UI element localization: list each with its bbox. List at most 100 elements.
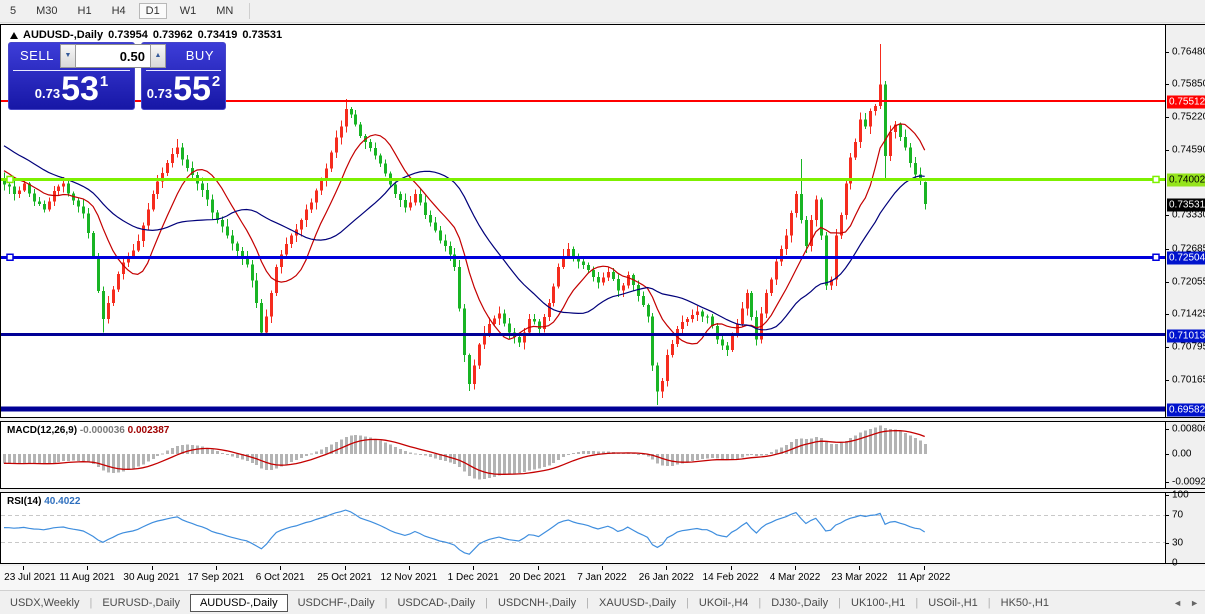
macd-axis-tick [1166, 429, 1169, 430]
timeframe-button-d1[interactable]: D1 [138, 3, 167, 19]
macd-chart [3, 425, 927, 480]
date-axis-tick [215, 566, 217, 570]
toolbar-separator [249, 3, 251, 19]
price-axis-tick [1166, 379, 1169, 381]
symbol-tab-hk50-h1[interactable]: HK50-,H1 [991, 594, 1059, 612]
price-axis-value: 0.73330 [1172, 209, 1205, 221]
price-axis-tick [1166, 117, 1169, 119]
timeframe-button-h4[interactable]: H4 [105, 3, 133, 19]
buy-price-frac: 0.73 [146, 86, 173, 101]
sell-label: SELL [20, 48, 54, 63]
price-level-badge: 0.71013 [1167, 329, 1205, 343]
rsi-axis-value: 100 [1172, 489, 1189, 501]
symbol-tab-usdchf-daily[interactable]: USDCHF-,Daily [288, 594, 385, 612]
price-level-badge: 0.75512 [1167, 95, 1205, 109]
date-axis-tick [601, 566, 603, 570]
rsi-value: 40.4022 [44, 496, 81, 507]
sell-price-frac: 0.73 [34, 86, 61, 101]
price-level-badge: 0.74002 [1167, 173, 1205, 187]
timeframe-button-w1[interactable]: W1 [173, 3, 204, 19]
price-axis-tick [1166, 314, 1169, 316]
price-level-badge: 0.69582 [1167, 403, 1205, 417]
ohlc-open: 0.73954 [108, 29, 148, 41]
volume-increase-button[interactable]: ▲ [150, 44, 166, 68]
date-axis-tick [859, 566, 861, 570]
timeframe-button-h1[interactable]: H1 [71, 3, 99, 19]
tab-scroll-arrows: ◄ ► [1173, 598, 1199, 608]
macd-axis-value: -0.00928 [1172, 476, 1205, 488]
symbol-tab-audusd-daily[interactable]: AUDUSD-,Daily [189, 593, 288, 612]
symbol-tab-usdcnh-daily[interactable]: USDCNH-,Daily [488, 594, 586, 612]
rsi-axis[interactable]: 100 70 30 0 [1166, 489, 1205, 569]
date-axis-label: 23 Jul 2021 [4, 572, 56, 583]
date-axis-tick [87, 566, 89, 570]
date-axis-label: 23 Mar 2022 [831, 572, 888, 583]
symbol-tab-ukoil-h4[interactable]: UKOil-,H4 [689, 594, 759, 612]
volume-input[interactable] [76, 44, 150, 68]
mt4-window: 5 M30 H1 H4 D1 W1 MN AUDUSD-,Daily 0.73954 0.7… [0, 0, 1205, 614]
date-axis-tick [537, 566, 539, 570]
price-axis-value: 0.70795 [1172, 341, 1205, 353]
ohlc-close: 0.73531 [242, 29, 283, 41]
price-level-badge: 0.73531 [1167, 198, 1205, 212]
symbol-direction-icon [10, 31, 18, 39]
price-level-badge: 0.72504 [1167, 251, 1205, 265]
date-axis-tick [22, 566, 24, 570]
macd-axis-tick [1166, 454, 1169, 455]
date-axis-label: 1 Dec 2021 [447, 572, 499, 583]
date-axis-label: 11 Aug 2021 [59, 572, 115, 583]
symbol-tab-usdx-weekly[interactable]: USDX,Weekly [0, 594, 89, 612]
date-axis-tick [344, 566, 346, 570]
macd-axis-value: 0.008061 [1172, 423, 1205, 435]
tab-scroll-right[interactable]: ► [1190, 598, 1199, 608]
symbol-tab-usoil-h1[interactable]: USOil-,H1 [918, 594, 988, 612]
sell-price: 0.73 53 1 [9, 72, 134, 106]
volume-decrease-button[interactable]: ▼ [60, 44, 76, 68]
timeframe-toolbar: 5 M30 H1 H4 D1 W1 MN [0, 0, 1205, 23]
macd-axis-tick [1166, 481, 1169, 483]
rsi-axis-value: 70 [1172, 509, 1184, 521]
symbol-tab-xauusd-daily[interactable]: XAUUSD-,Daily [589, 594, 686, 612]
symbol-tab-uk100-h1[interactable]: UK100-,H1 [841, 594, 915, 612]
rsi-axis-tick [1166, 563, 1169, 564]
price-axis-value: 0.70165 [1172, 374, 1205, 386]
macd-signal-value: 0.002387 [127, 425, 170, 436]
date-axis-tick [923, 566, 925, 570]
price-axis-tick [1166, 84, 1169, 86]
macd-main-value: -0.000036 [79, 425, 125, 436]
date-axis-label: 17 Sep 2021 [187, 572, 245, 583]
macd-axis[interactable]: 0.008061 0.00 -0.00928 [1166, 421, 1205, 489]
price-axis-value: 0.75220 [1172, 111, 1205, 123]
date-axis-tick [408, 566, 410, 570]
date-axis-tick [666, 566, 668, 570]
price-axis[interactable]: 0.76480 0.75850 0.75220 0.74590 0.73330 0.726… [1166, 24, 1205, 418]
price-axis-value: 0.76480 [1172, 46, 1205, 58]
rsi-axis-tick [1166, 542, 1169, 544]
rsi-pane[interactable]: RSI(14) 40.4022 [0, 492, 1166, 564]
date-axis-label: 20 Dec 2021 [509, 572, 566, 583]
timeframe-button-5[interactable]: 5 [3, 3, 23, 19]
price-axis-tick [1166, 248, 1169, 250]
date-axis-tick [151, 566, 153, 570]
date-axis[interactable]: 23 Jul 2021 11 Aug 2021 30 Aug 2021 17 Sep … [0, 566, 1205, 590]
price-axis-value: 0.71425 [1172, 308, 1205, 320]
sell-price-sup: 1 [99, 73, 109, 90]
macd-pane[interactable]: MACD(12,26,9) -0.000036 0.002387 [0, 421, 1166, 489]
price-axis-tick [1166, 51, 1169, 53]
date-axis-label: 14 Feb 2022 [702, 572, 759, 583]
tab-scroll-left[interactable]: ◄ [1173, 598, 1182, 608]
symbol-tab-dj30-daily[interactable]: DJ30-,Daily [761, 594, 838, 612]
macd-axis-value: 0.00 [1172, 448, 1192, 460]
timeframe-button-mn[interactable]: MN [209, 3, 240, 19]
ohlc-low: 0.73419 [197, 29, 238, 41]
date-axis-label: 7 Jan 2022 [577, 572, 627, 583]
rsi-axis-value: 30 [1172, 537, 1184, 549]
price-axis-tick [1166, 149, 1169, 151]
price-axis-tick [1166, 281, 1169, 283]
date-axis-label: 26 Jan 2022 [638, 572, 694, 583]
symbol-tab-usdcad-daily[interactable]: USDCAD-,Daily [387, 594, 485, 612]
date-axis-tick [730, 566, 732, 570]
buy-price-sup: 2 [211, 73, 221, 90]
timeframe-button-m30[interactable]: M30 [29, 3, 64, 19]
symbol-tab-eurusd-daily[interactable]: EURUSD-,Daily [92, 594, 190, 612]
